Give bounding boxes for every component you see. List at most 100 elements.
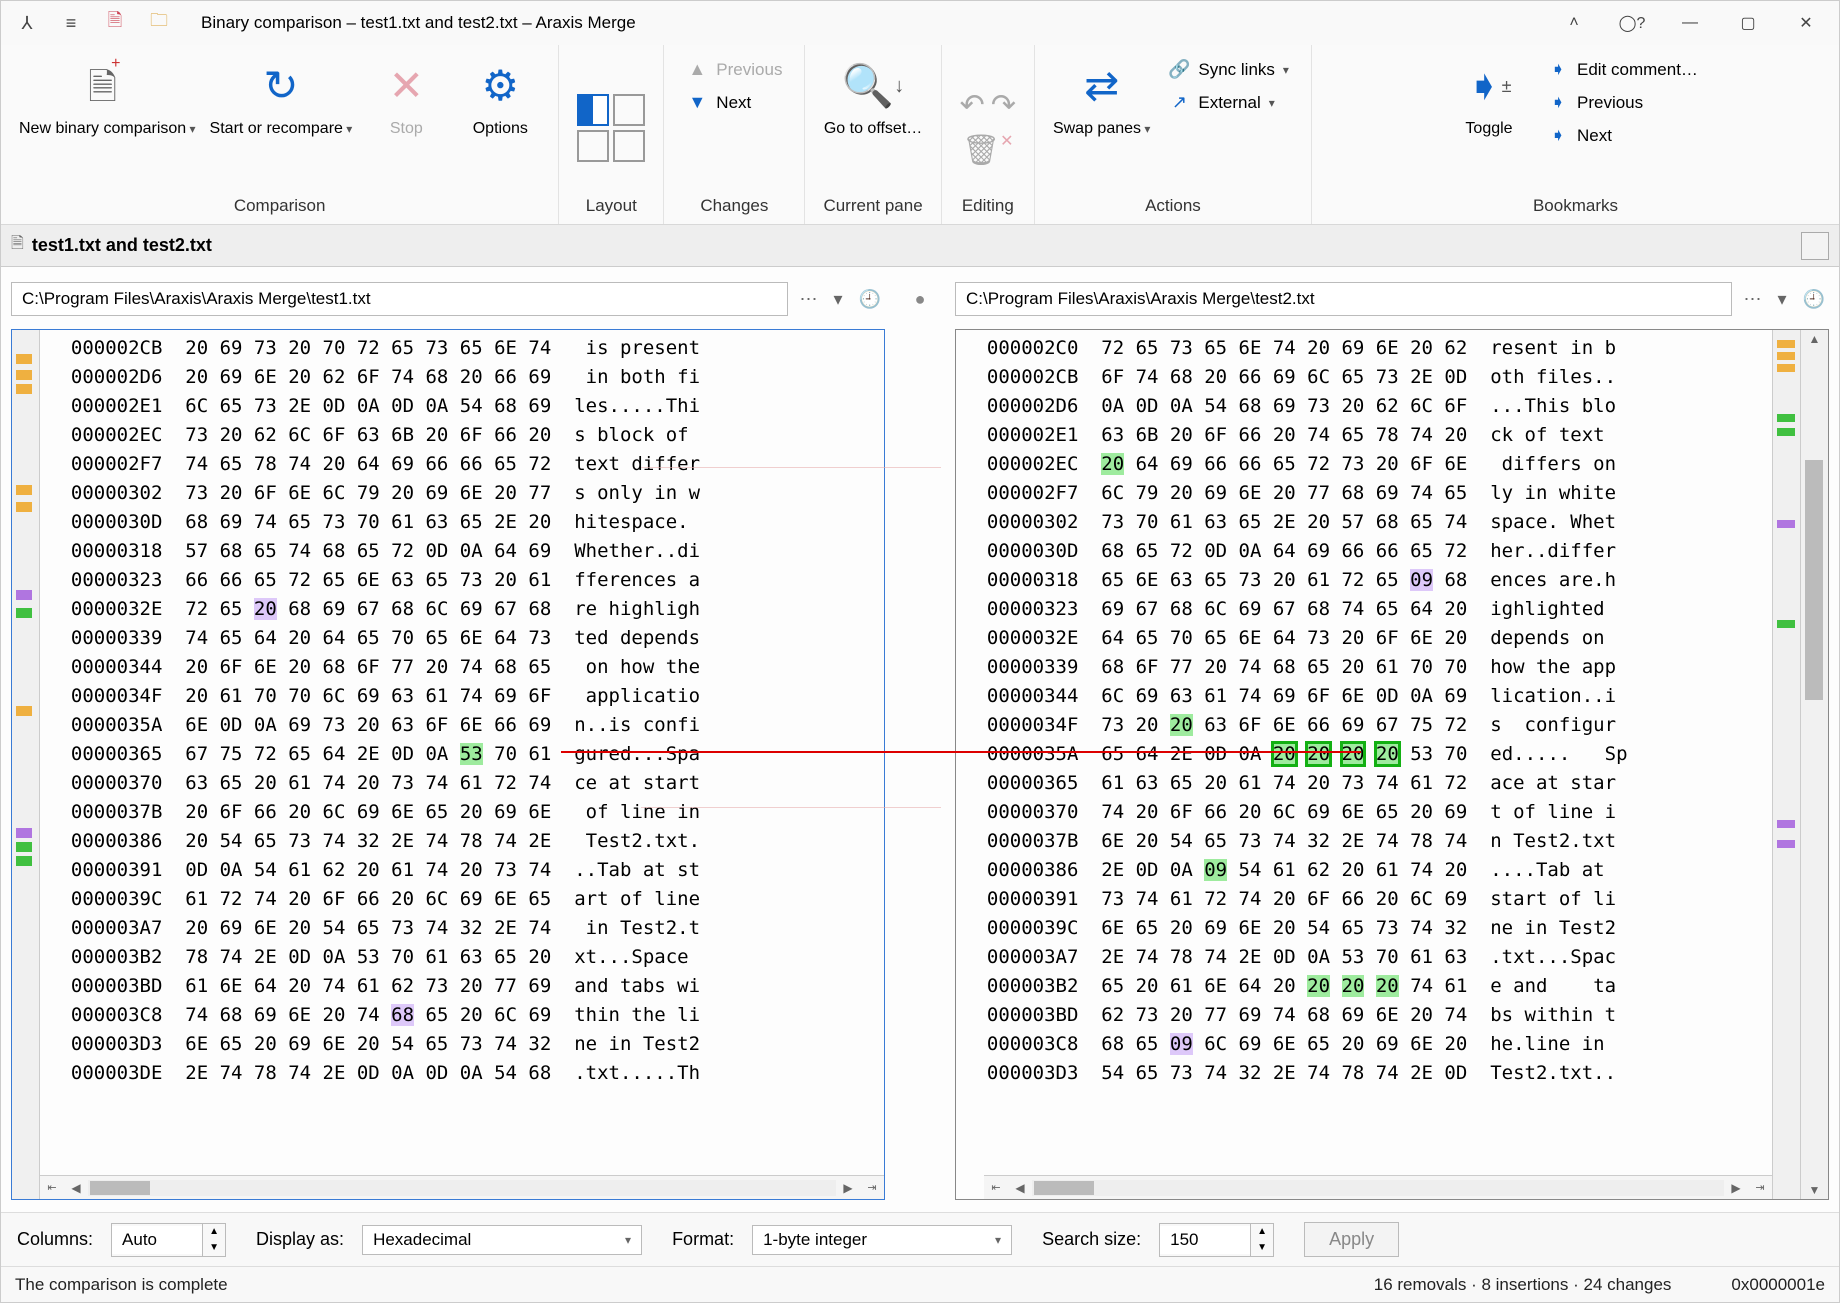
new-file-icon[interactable]: 🗎 xyxy=(93,3,137,43)
ribbon-group-label: Actions xyxy=(1145,196,1201,218)
right-hex-body[interactable]: 000002C0 72 65 73 65 6E 74 20 69 6E 20 6… xyxy=(956,330,1772,1199)
left-hex-view[interactable]: 000002CB 20 69 73 20 70 72 65 73 65 6E 7… xyxy=(11,329,885,1200)
format-select[interactable]: 1-byte integer xyxy=(752,1225,1012,1255)
gear-icon: ⚙ xyxy=(481,57,519,115)
columns-label: Columns: xyxy=(17,1229,93,1250)
left-hex-body[interactable]: 000002CB 20 69 73 20 70 72 65 73 65 6E 7… xyxy=(40,330,884,1199)
external-button[interactable]: ↗External ▾ xyxy=(1164,90,1293,115)
down-triangle-icon: ▼ xyxy=(686,92,708,113)
ribbon-group-editing: ↶ ↷ 🗑✕ Editing xyxy=(942,45,1035,224)
display-select[interactable]: Hexadecimal xyxy=(362,1225,642,1255)
scroll-left-icon[interactable]: ◀ xyxy=(64,1181,88,1195)
menu-icon[interactable]: ≡ xyxy=(49,3,93,43)
up-arrow-icon[interactable]: ▲ xyxy=(203,1224,225,1240)
minimize-icon[interactable]: — xyxy=(1661,3,1719,43)
right-scrollbar[interactable]: ▲ ▼ xyxy=(1800,330,1828,1199)
display-label: Display as: xyxy=(256,1229,344,1250)
left-path-input[interactable]: C:\Program Files\Araxis\Araxis Merge\tes… xyxy=(11,282,788,316)
dropdown-icon[interactable]: ▾ xyxy=(830,289,847,310)
layout-horizontal-buttons[interactable] xyxy=(577,94,645,126)
down-arrow-icon[interactable]: ▼ xyxy=(1251,1240,1273,1256)
maximize-icon[interactable]: ▢ xyxy=(1719,3,1777,43)
ribbon-group-comparison: 🗎+ New binary comparison ↻ Start or reco… xyxy=(1,45,559,224)
redo-icon: ↷ xyxy=(991,88,1016,123)
right-path-input[interactable]: C:\Program Files\Araxis\Araxis Merge\tes… xyxy=(955,282,1732,316)
file-compare-icon: 🗎 xyxy=(11,232,24,259)
previous-bookmark-button[interactable]: ➧Previous xyxy=(1543,90,1702,115)
options-button[interactable]: ⚙ Options xyxy=(460,53,540,139)
start-recompare-button[interactable]: ↻ Start or recompare xyxy=(210,53,353,139)
close-icon[interactable]: ✕ xyxy=(1777,3,1835,43)
previous-change-button[interactable]: ▲Previous xyxy=(682,57,786,82)
open-folder-icon[interactable]: 🗀 xyxy=(137,3,181,43)
magnifier-icon: 🔍↓ xyxy=(842,57,904,115)
app-icon: ⅄ xyxy=(5,3,49,43)
edit-comment-button[interactable]: ➧Edit comment… xyxy=(1543,57,1702,82)
panel-toggle-button[interactable] xyxy=(1801,232,1829,260)
bookmark-toggle-icon: ➧± xyxy=(1466,57,1511,115)
path-menu-icon[interactable]: ⋯ xyxy=(796,289,822,310)
left-pane: C:\Program Files\Araxis\Araxis Merge\tes… xyxy=(11,279,885,1200)
status-changes: 16 removals · 8 insertions · 24 changes xyxy=(1374,1275,1672,1295)
nav-last-icon[interactable]: ⇥ xyxy=(1748,1181,1772,1194)
layout-vertical-buttons[interactable] xyxy=(577,130,645,162)
ribbon-group-currentpane: 🔍↓ Go to offset… Current pane xyxy=(805,45,941,224)
ribbon-group-label: Changes xyxy=(700,196,768,218)
swap-icon: ⇄ xyxy=(1084,57,1119,115)
stop-button[interactable]: ✕ Stop xyxy=(366,53,446,139)
dropdown-icon[interactable]: ▾ xyxy=(1774,289,1791,310)
undo-redo-buttons[interactable]: ↶ ↷ xyxy=(960,88,1016,123)
next-change-button[interactable]: ▼Next xyxy=(682,90,786,115)
up-triangle-icon: ▲ xyxy=(686,59,708,80)
ribbon-group-label: Current pane xyxy=(823,196,922,218)
scroll-left-icon[interactable]: ◀ xyxy=(1008,1181,1032,1195)
status-offset: 0x0000001e xyxy=(1731,1275,1825,1295)
search-spinner[interactable]: ▲▼ xyxy=(1159,1223,1274,1257)
up-arrow-icon[interactable]: ▲ xyxy=(1251,1224,1273,1240)
left-diff-gutter xyxy=(12,330,40,1199)
status-message: The comparison is complete xyxy=(15,1275,228,1295)
center-connector: ● xyxy=(885,279,955,1200)
ribbon-group-changes: ▲Previous ▼Next Changes xyxy=(664,45,805,224)
nav-first-icon[interactable]: ⇤ xyxy=(984,1181,1008,1194)
new-binary-button[interactable]: 🗎+ New binary comparison xyxy=(19,53,196,139)
columns-spinner[interactable]: ▲▼ xyxy=(111,1223,226,1257)
goto-offset-button[interactable]: 🔍↓ Go to offset… xyxy=(824,53,922,139)
search-input[interactable] xyxy=(1160,1226,1250,1254)
comparison-title-row: 🗎 test1.txt and test2.txt xyxy=(1,225,1839,267)
next-bookmark-button[interactable]: ➧Next xyxy=(1543,123,1702,148)
collapse-ribbon-icon[interactable]: ˄ xyxy=(1545,3,1603,43)
undo-icon: ↶ xyxy=(960,88,985,123)
search-label: Search size: xyxy=(1042,1229,1141,1250)
apply-button[interactable]: Apply xyxy=(1304,1222,1399,1257)
help-icon[interactable]: ◯? xyxy=(1603,3,1661,43)
nav-last-icon[interactable]: ⇥ xyxy=(860,1181,884,1194)
swap-panes-button[interactable]: ⇄ Swap panes xyxy=(1053,53,1150,139)
toggle-bookmark-button[interactable]: ➧± Toggle xyxy=(1449,53,1529,139)
ribbon: 🗎+ New binary comparison ↻ Start or reco… xyxy=(1,45,1839,225)
columns-input[interactable] xyxy=(112,1226,202,1254)
scroll-right-icon[interactable]: ▶ xyxy=(1724,1181,1748,1195)
right-hex-view[interactable]: 000002C0 72 65 73 65 6E 74 20 69 6E 20 6… xyxy=(955,329,1829,1200)
document-icon: 🗎+ xyxy=(88,57,126,115)
refresh-icon: ↻ xyxy=(263,57,298,115)
bookmark-edit-icon: ➧ xyxy=(1547,59,1569,80)
main-area: C:\Program Files\Araxis\Araxis Merge\tes… xyxy=(1,267,1839,1212)
history-icon[interactable]: 🕘 xyxy=(1799,289,1829,310)
h-scroll-track[interactable] xyxy=(88,1180,836,1196)
nav-first-icon[interactable]: ⇤ xyxy=(40,1181,64,1194)
ribbon-group-bookmarks: ➧± Toggle ➧Edit comment… ➧Previous ➧Next… xyxy=(1312,45,1839,224)
delete-button[interactable]: 🗑✕ xyxy=(962,133,1014,168)
stop-icon: ✕ xyxy=(389,57,424,115)
scroll-right-icon[interactable]: ▶ xyxy=(836,1181,860,1195)
link-dot-icon[interactable]: ● xyxy=(915,279,926,319)
down-arrow-icon[interactable]: ▼ xyxy=(203,1240,225,1256)
ribbon-group-label: Bookmarks xyxy=(1533,196,1618,218)
history-icon[interactable]: 🕘 xyxy=(855,289,885,310)
options-bar: Columns: ▲▼ Display as: Hexadecimal Form… xyxy=(1,1212,1839,1266)
sync-links-button[interactable]: 🔗Sync links ▾ xyxy=(1164,57,1293,82)
format-label: Format: xyxy=(672,1229,734,1250)
status-bar: The comparison is complete 16 removals ·… xyxy=(1,1266,1839,1302)
h-scroll-track[interactable] xyxy=(1032,1180,1724,1196)
path-menu-icon[interactable]: ⋯ xyxy=(1740,289,1766,310)
